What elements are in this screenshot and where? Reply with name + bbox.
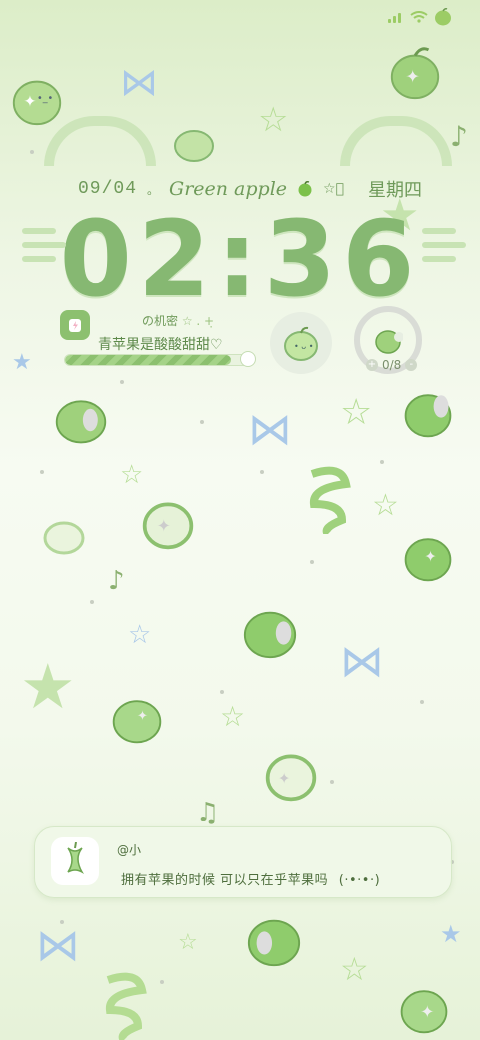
green-apple-icon: • ᴗ • xyxy=(284,326,318,361)
svg-text:✦: ✦ xyxy=(157,515,171,535)
apple-core-icon xyxy=(67,842,85,875)
notification-icon xyxy=(51,837,99,885)
wifi-icon xyxy=(410,11,428,23)
star-icon: ☆ xyxy=(372,488,399,523)
apple-peel-icon xyxy=(105,972,147,1040)
star-icon: ★ xyxy=(20,650,76,723)
apple-icon: ✦ xyxy=(112,700,162,744)
ribbon-bow-icon: ⋈ xyxy=(120,60,158,104)
apple-icon xyxy=(55,400,107,444)
star-icon: ☆ xyxy=(220,700,246,733)
svg-text:✦: ✦ xyxy=(424,548,437,566)
svg-text:✦: ✦ xyxy=(405,68,420,88)
star-icon: ☆ xyxy=(258,100,289,140)
svg-text:•_•: •_• xyxy=(37,93,53,104)
apple-icon xyxy=(247,919,301,967)
svg-text:• ᴗ •: • ᴗ • xyxy=(294,342,313,351)
apple-icon: ✦ xyxy=(265,754,317,802)
apple-icon: ✦ xyxy=(400,990,448,1034)
apple-icon: ✦ •_• xyxy=(12,80,62,126)
bitten-apple-icon xyxy=(375,330,403,354)
widget-progress-fill xyxy=(65,355,231,365)
decor-dashes-left xyxy=(22,224,66,270)
star-icon: ★ xyxy=(440,920,462,948)
notification-sender: @小 xyxy=(117,843,142,857)
svg-text:✦: ✦ xyxy=(137,709,148,724)
star-icon: ☆ xyxy=(178,930,198,955)
apple-icon xyxy=(174,130,214,162)
star-icon: ☆ xyxy=(128,620,152,650)
counter-label: + 0/8 - xyxy=(366,358,418,372)
notification-text: 拥有苹果的时候 可以只在乎苹果吗 xyxy=(121,873,329,888)
widget-progress-bar xyxy=(64,354,250,366)
svg-text:✦: ✦ xyxy=(420,1001,434,1021)
lightning-icon xyxy=(69,319,81,332)
apple-icon: ✦ xyxy=(142,502,194,550)
apple-icon: ✦ xyxy=(404,538,452,582)
signal-icon xyxy=(388,11,404,23)
progress-knob[interactable] xyxy=(240,351,256,367)
lightning-battery-icon[interactable] xyxy=(60,310,90,340)
ribbon-bow-icon: ⋈ xyxy=(248,404,292,455)
star-icon: ☆ xyxy=(340,392,373,433)
counter-value: 0/8 xyxy=(382,358,402,372)
apple-icon: ✦ xyxy=(390,47,440,100)
decor-arc-left xyxy=(44,116,156,166)
ribbon-bow-icon: ⋈ xyxy=(36,920,80,971)
ribbon-bow-icon: ⋈ xyxy=(340,636,384,687)
widget-caption: 青苹果是酸酸甜甜♡ xyxy=(98,337,223,353)
music-note-icon: ♪ xyxy=(450,120,468,153)
notification-emoticon: (·•·•·) xyxy=(338,873,381,888)
star-icon: ★ xyxy=(12,350,32,375)
notification-card[interactable]: @小 拥有苹果的时候 可以只在乎苹果吗 (·•·•·) xyxy=(34,826,452,898)
apple-battery-icon xyxy=(435,8,451,26)
lockscreen-clock: 02:36 xyxy=(59,198,421,320)
apple-icon xyxy=(243,611,297,659)
decor-arc-right xyxy=(340,116,452,166)
date-suffix: 。 xyxy=(147,182,160,197)
apple-icon xyxy=(43,521,85,555)
brand-suffix: ☆゚ xyxy=(323,181,344,197)
counter-plus-button[interactable]: + xyxy=(366,359,378,371)
apple-peel-icon xyxy=(309,466,351,534)
widget-apple[interactable]: • ᴗ • xyxy=(270,312,332,374)
date-text: 09/04 xyxy=(78,179,138,199)
notification-body: 拥有苹果的时候 可以只在乎苹果吗 (·•·•·) xyxy=(121,869,380,888)
secret-label: の机密 xyxy=(142,314,179,328)
music-note-icon: ♪ xyxy=(108,566,125,596)
brand-text: Green apple xyxy=(169,178,288,200)
secret-suffix: ☆ . +̣ xyxy=(181,314,215,328)
decor-dashes-right xyxy=(422,224,466,270)
counter-minus-button[interactable]: - xyxy=(405,359,418,371)
star-icon: ☆ xyxy=(340,950,369,988)
svg-text:✦: ✦ xyxy=(278,769,291,787)
apple-icon xyxy=(404,394,452,438)
music-note-icon: ♫ xyxy=(196,798,220,828)
green-apple-emoji-icon xyxy=(298,181,312,197)
status-bar xyxy=(388,8,452,26)
svg-text:✦: ✦ xyxy=(23,93,36,111)
star-icon: ☆ xyxy=(120,460,144,490)
widget-secret-label: の机密 ☆ . +̣ xyxy=(142,312,214,329)
